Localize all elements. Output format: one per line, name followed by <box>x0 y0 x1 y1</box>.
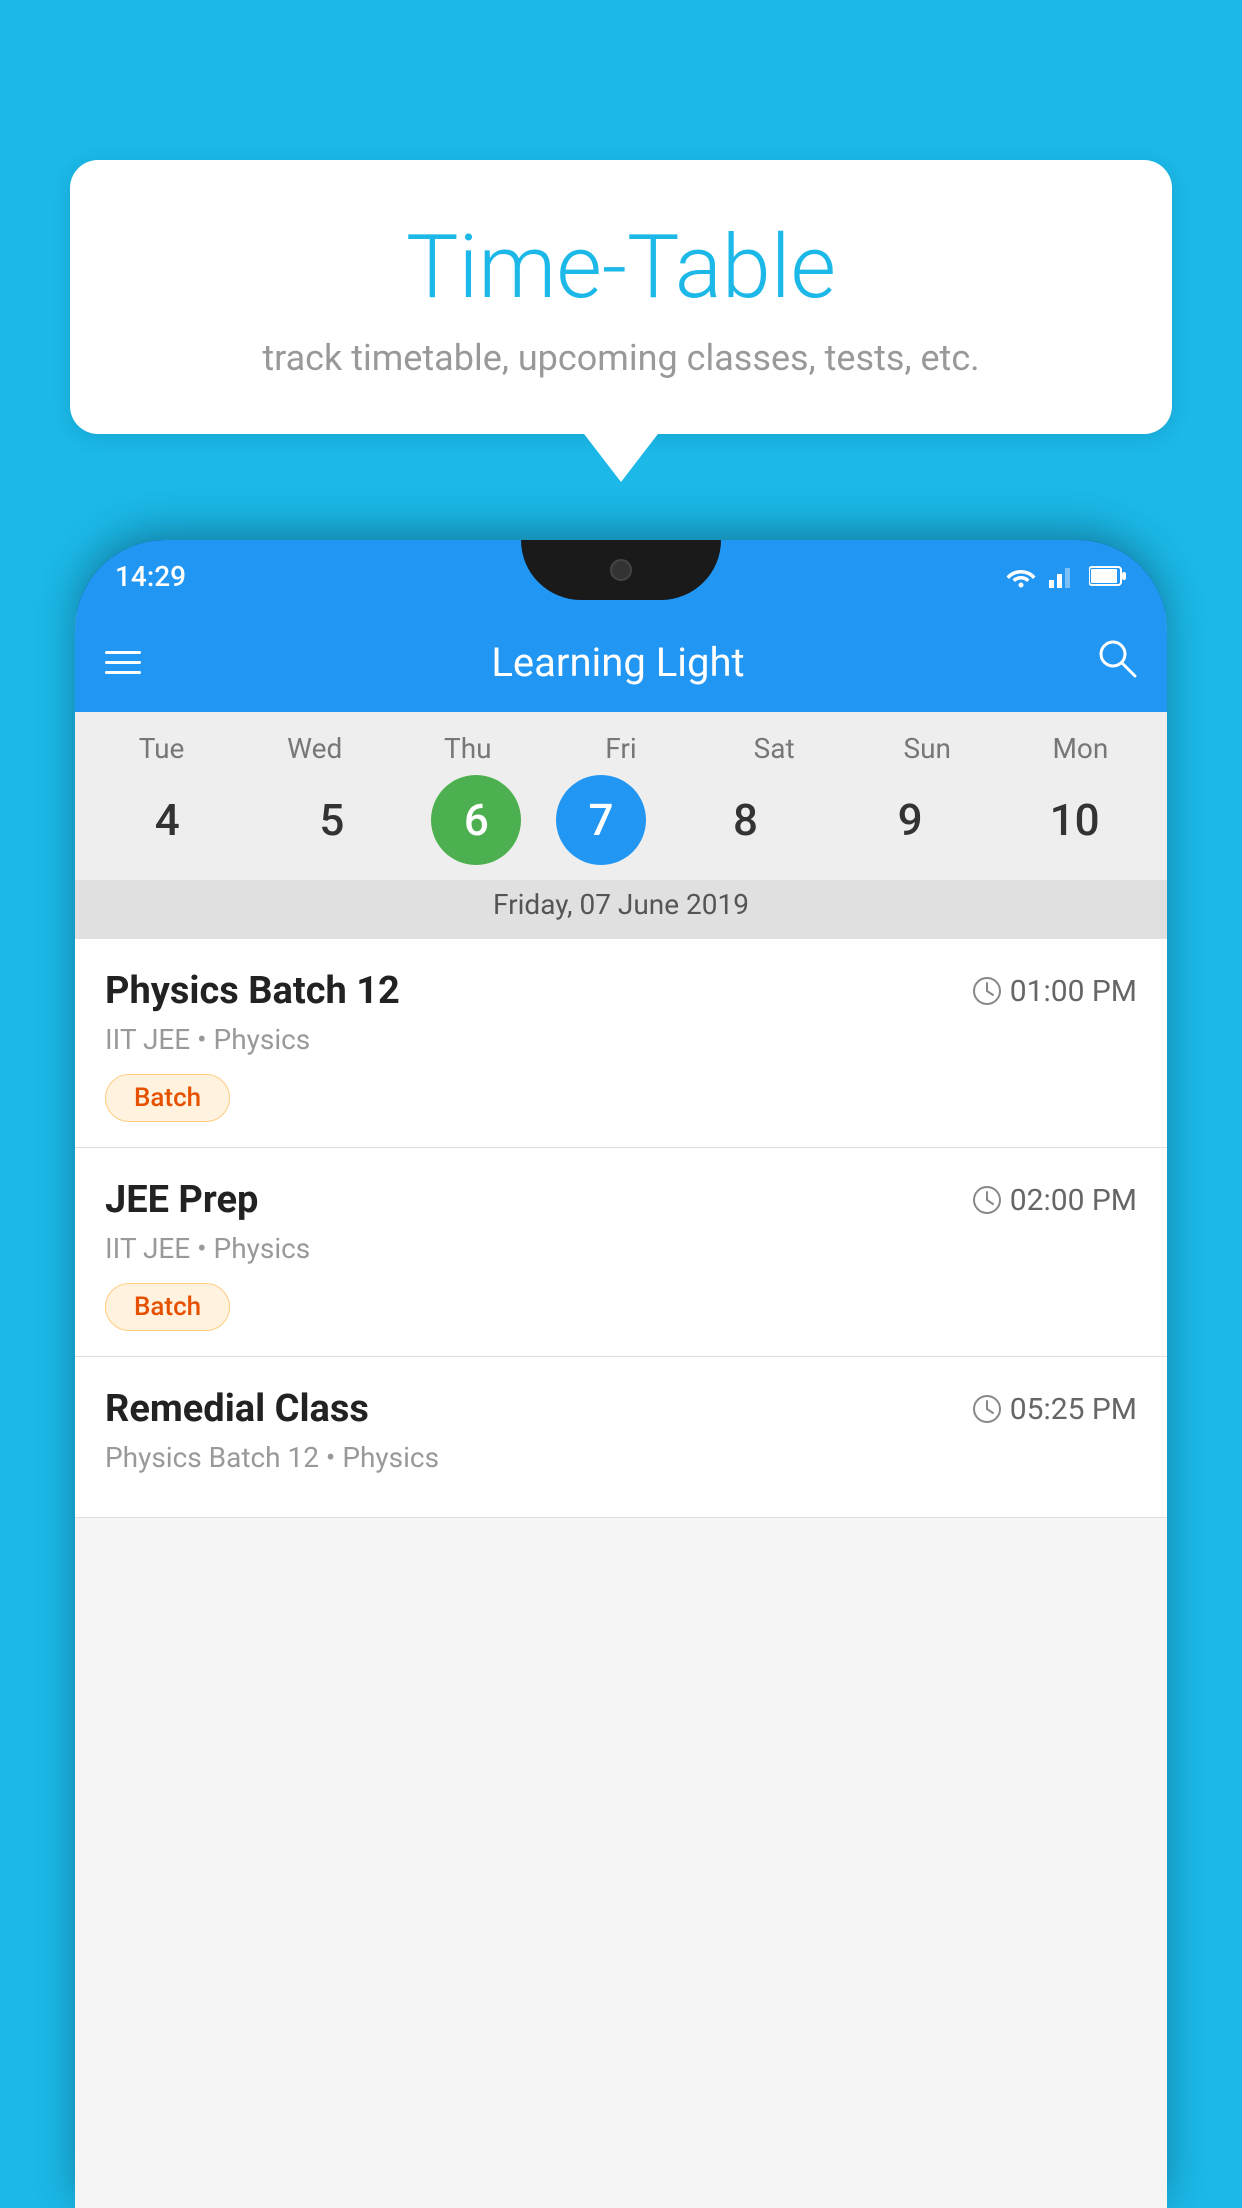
schedule-item-2-time: 02:00 PM <box>972 1183 1137 1218</box>
status-icons <box>1005 564 1127 588</box>
schedule-item-3[interactable]: Remedial Class 05:25 PM Physics Batch 12… <box>75 1357 1167 1518</box>
phone-frame: 14:29 <box>75 540 1167 2208</box>
app-title: Learning Light <box>491 639 744 686</box>
bubble-subtitle: track timetable, upcoming classes, tests… <box>120 337 1122 379</box>
day-header-mon: Mon <box>1015 732 1145 765</box>
schedule-item-1-time: 01:00 PM <box>972 974 1137 1009</box>
day-header-tue: Tue <box>97 732 227 765</box>
schedule-item-3-title: Remedial Class <box>105 1387 369 1431</box>
calendar-strip: Tue Wed Thu Fri Sat Sun Mon 4 5 6 7 8 9 … <box>75 712 1167 939</box>
app-bar: Learning Light <box>75 612 1167 712</box>
speech-bubble-container: Time-Table track timetable, upcoming cla… <box>70 160 1172 434</box>
schedule-item-3-time: 05:25 PM <box>972 1392 1137 1427</box>
schedule-item-3-header: Remedial Class 05:25 PM <box>105 1387 1137 1431</box>
search-icon[interactable] <box>1095 636 1137 688</box>
hamburger-menu-icon[interactable] <box>105 651 141 674</box>
day-7-selected[interactable]: 7 <box>556 775 646 865</box>
status-time: 14:29 <box>115 560 186 593</box>
batch-tag-1: Batch <box>105 1074 230 1122</box>
speech-bubble: Time-Table track timetable, upcoming cla… <box>70 160 1172 434</box>
schedule-item-2-header: JEE Prep 02:00 PM <box>105 1178 1137 1222</box>
day-header-sun: Sun <box>862 732 992 765</box>
day-5[interactable]: 5 <box>267 775 397 865</box>
schedule-item-3-subtitle: Physics Batch 12 • Physics <box>105 1441 1137 1474</box>
schedule-item-2-title: JEE Prep <box>105 1178 258 1222</box>
day-9[interactable]: 9 <box>845 775 975 865</box>
schedule-item-1-subtitle: IIT JEE • Physics <box>105 1023 1137 1056</box>
notch <box>521 540 721 600</box>
schedule-item-1-header: Physics Batch 12 01:00 PM <box>105 969 1137 1013</box>
day-header-thu: Thu <box>403 732 533 765</box>
clock-icon-1 <box>972 976 1002 1006</box>
schedule-list: Physics Batch 12 01:00 PM IIT JEE • Phys… <box>75 939 1167 1518</box>
day-header-wed: Wed <box>250 732 380 765</box>
day-headers: Tue Wed Thu Fri Sat Sun Mon <box>75 732 1167 775</box>
status-bar: 14:29 <box>75 540 1167 612</box>
wifi-icon <box>1005 564 1037 588</box>
signal-icon <box>1049 564 1077 588</box>
day-6-today[interactable]: 6 <box>431 775 521 865</box>
day-4[interactable]: 4 <box>102 775 232 865</box>
clock-icon-2 <box>972 1185 1002 1215</box>
schedule-item-1[interactable]: Physics Batch 12 01:00 PM IIT JEE • Phys… <box>75 939 1167 1148</box>
day-header-sat: Sat <box>709 732 839 765</box>
schedule-item-2[interactable]: JEE Prep 02:00 PM IIT JEE • Physics Batc… <box>75 1148 1167 1357</box>
schedule-item-2-subtitle: IIT JEE • Physics <box>105 1232 1137 1265</box>
schedule-item-1-title: Physics Batch 12 <box>105 969 400 1013</box>
selected-date-label: Friday, 07 June 2019 <box>75 880 1167 939</box>
day-8[interactable]: 8 <box>681 775 811 865</box>
bubble-title: Time-Table <box>120 220 1122 317</box>
battery-icon <box>1089 565 1127 587</box>
phone-screen: Learning Light Tue Wed Thu Fri Sat Sun <box>75 612 1167 2208</box>
camera-dot <box>610 559 632 581</box>
day-numbers: 4 5 6 7 8 9 10 <box>75 775 1167 880</box>
day-10[interactable]: 10 <box>1010 775 1140 865</box>
clock-icon-3 <box>972 1394 1002 1424</box>
day-header-fri: Fri <box>556 732 686 765</box>
batch-tag-2: Batch <box>105 1283 230 1331</box>
